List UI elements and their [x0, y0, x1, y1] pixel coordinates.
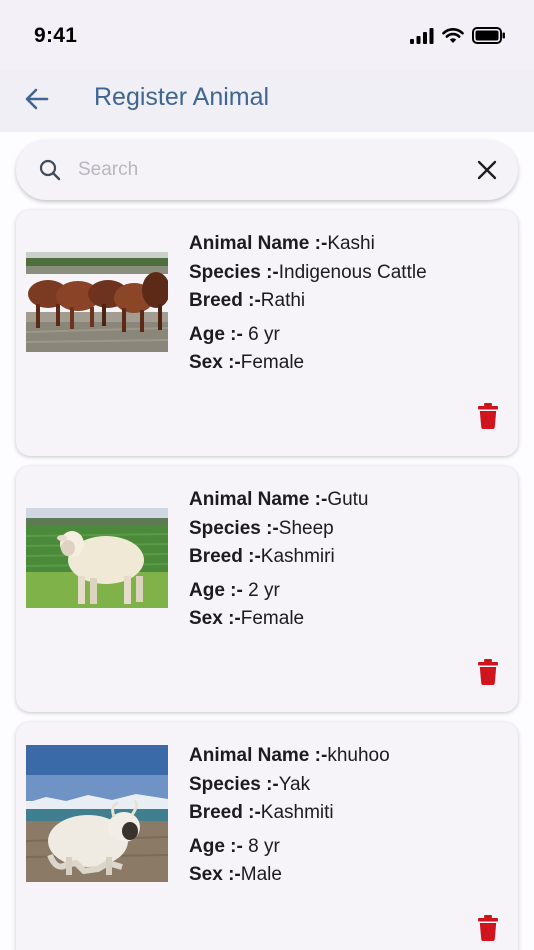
breed-value: Kashmiti	[260, 802, 334, 823]
species-row: Species :-Indigenous Cattle	[189, 259, 509, 288]
breed-value: Kashmiri	[260, 546, 335, 567]
delete-icon[interactable]	[478, 915, 498, 941]
sex-label: Sex :-	[189, 608, 241, 629]
wifi-icon	[442, 27, 464, 43]
sex-row: Sex :-Male	[189, 861, 509, 890]
animal-name-label: Animal Name :-	[189, 745, 328, 766]
species-value: Indigenous Cattle	[278, 261, 427, 283]
close-icon[interactable]	[476, 159, 498, 181]
sex-label: Sex :-	[189, 352, 241, 373]
animal-name-value: Kashi	[327, 233, 375, 254]
animal-name-row: Animal Name :-Kashi	[189, 230, 509, 259]
status-bar: 9:41	[0, 0, 534, 70]
sex-label: Sex :-	[189, 864, 241, 885]
signal-icon	[410, 27, 434, 44]
sex-value: Female	[240, 608, 305, 629]
species-value: Yak	[278, 773, 311, 795]
search-icon	[39, 159, 61, 181]
cattle-herd-photo	[26, 252, 168, 352]
delete-icon[interactable]	[478, 403, 498, 429]
animal-name-label: Animal Name :-	[189, 489, 328, 510]
app-bar: Register Animal	[0, 70, 534, 132]
sex-value: Female	[240, 352, 305, 373]
yak-photo	[26, 745, 168, 882]
species-row: Species :-Yak	[189, 771, 509, 800]
species-label: Species :-	[189, 261, 279, 283]
species-row: Species :-Sheep	[189, 515, 509, 544]
age-row: Age :- 2 yr	[189, 577, 509, 606]
animal-card[interactable]: Animal Name :-Kashi Species :-Indigenous…	[16, 210, 518, 456]
arrow-back-icon	[25, 88, 49, 110]
age-label: Age :-	[189, 835, 243, 857]
sex-row: Sex :-Female	[189, 349, 509, 378]
search-bar[interactable]	[16, 140, 518, 200]
species-label: Species :-	[189, 773, 279, 795]
breed-label: Breed :-	[189, 802, 261, 823]
species-label: Species :-	[189, 517, 279, 539]
status-icons	[410, 27, 506, 44]
search-input[interactable]	[78, 154, 458, 186]
age-row: Age :- 6 yr	[189, 321, 509, 350]
breed-label: Breed :-	[189, 546, 261, 567]
breed-row: Breed :-Kashmiti	[189, 799, 509, 828]
age-value: 2 yr	[242, 579, 280, 601]
battery-icon	[472, 27, 505, 44]
species-value: Sheep	[278, 517, 334, 539]
animal-card[interactable]: Animal Name :-khuhoo Species :-Yak Breed…	[16, 722, 518, 950]
delete-icon[interactable]	[478, 659, 498, 685]
status-time: 9:41	[34, 24, 78, 47]
page-title: Register Animal	[94, 83, 270, 111]
age-value: 6 yr	[242, 323, 280, 345]
breed-value: Rathi	[260, 290, 306, 311]
animal-card[interactable]: Animal Name :-Gutu Species :-Sheep Breed…	[16, 466, 518, 712]
animal-name-row: Animal Name :-Gutu	[189, 486, 509, 515]
animal-details: Animal Name :-Kashi Species :-Indigenous…	[189, 230, 509, 378]
animal-name-row: Animal Name :-khuhoo	[189, 742, 509, 771]
sex-row: Sex :-Female	[189, 605, 509, 634]
animal-name-label: Animal Name :-	[189, 233, 328, 254]
animal-details: Animal Name :-Gutu Species :-Sheep Breed…	[189, 486, 509, 634]
age-label: Age :-	[189, 579, 243, 601]
breed-row: Breed :-Rathi	[189, 287, 509, 316]
age-row: Age :- 8 yr	[189, 833, 509, 862]
breed-label: Breed :-	[189, 290, 261, 311]
sex-value: Male	[240, 864, 282, 885]
breed-row: Breed :-Kashmiri	[189, 543, 509, 572]
animal-name-value: Gutu	[327, 489, 369, 510]
animal-name-value: khuhoo	[327, 745, 390, 766]
back-button[interactable]	[20, 82, 54, 116]
sheep-photo	[26, 508, 168, 608]
animal-details: Animal Name :-khuhoo Species :-Yak Breed…	[189, 742, 509, 890]
age-value: 8 yr	[242, 835, 280, 857]
age-label: Age :-	[189, 323, 243, 345]
